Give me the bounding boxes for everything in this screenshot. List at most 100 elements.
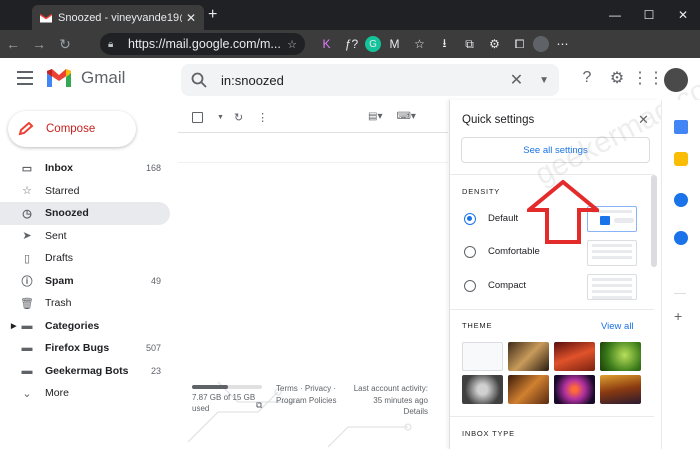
select-all-checkbox[interactable]	[192, 112, 203, 123]
extension-f-icon[interactable]: ƒ?	[340, 34, 363, 54]
browser-tab[interactable]: Snoozed - vineyvande19@gmail. ✕	[32, 5, 204, 30]
apps-grid-icon[interactable]: ⋮⋮	[632, 68, 664, 88]
clock-icon: ◷	[22, 207, 32, 220]
density-comfortable-radio[interactable]	[464, 246, 476, 258]
tasks-icon[interactable]	[674, 193, 688, 207]
theme-canyon[interactable]	[554, 342, 595, 371]
close-window-button[interactable]: ✕	[666, 8, 700, 22]
grammarly-icon[interactable]: G	[365, 36, 381, 52]
sidebar-item-sent[interactable]: ➤ Sent	[0, 225, 170, 248]
contacts-icon[interactable]	[674, 231, 688, 245]
density-default-label[interactable]: Default	[488, 213, 518, 224]
collections-icon[interactable]: ⧉	[458, 34, 481, 54]
tab-close-icon[interactable]: ✕	[186, 11, 196, 25]
annotation-arrow-icon	[527, 180, 599, 244]
calendar-icon[interactable]	[674, 120, 688, 134]
sidebar-item-label: Trash	[45, 297, 72, 310]
download-icon[interactable]: ⭳	[433, 34, 456, 54]
sidebar-nav: ▭ Inbox 168 ☆ Starred ◷ Snoozed ➤ Sent ▯…	[0, 157, 170, 405]
label-icon: ▬	[21, 342, 33, 355]
more-menu-icon[interactable]: ⋯	[551, 34, 574, 54]
sidebar-item-label: Firefox Bugs	[45, 342, 110, 355]
open-storage-icon[interactable]: ⧉	[256, 400, 262, 411]
divider	[450, 416, 654, 417]
footer-links[interactable]: Terms · Privacy · Program Policies	[276, 383, 348, 406]
gmail-header: Gmail ✕ ▼ ? ⚙ ⋮⋮	[0, 58, 700, 100]
theme-chess[interactable]	[508, 342, 549, 371]
sidebar-item-snoozed[interactable]: ◷ Snoozed	[0, 202, 170, 225]
search-input[interactable]	[221, 72, 510, 88]
details-link[interactable]: Details	[348, 406, 428, 418]
clear-search-icon[interactable]: ✕	[510, 70, 523, 90]
sidebar-item-more[interactable]: ⌄ More	[0, 382, 170, 405]
gmail-logo[interactable]: Gmail	[46, 68, 125, 88]
density-compact-label[interactable]: Compact	[488, 280, 526, 291]
density-comfortable-label[interactable]: Comfortable	[488, 246, 540, 257]
theme-lights[interactable]	[554, 375, 595, 404]
side-panel-rail: +	[661, 100, 700, 449]
input-tools-icon[interactable]: ⌨▾	[396, 111, 415, 122]
expand-arrow-icon[interactable]: ▶	[11, 322, 16, 330]
sidebar-item-categories[interactable]: ▶ ▬ Categories	[0, 315, 170, 338]
sidebar-item-firefox-bugs[interactable]: ▬ Firefox Bugs 507	[0, 337, 170, 360]
more-options-icon[interactable]: ⋮	[257, 111, 268, 124]
sidebar-item-geekermag-bots[interactable]: ▬ Geekermag Bots 23	[0, 360, 170, 383]
sidebar-item-count: 23	[150, 365, 161, 376]
gmail-favicon-icon	[39, 13, 53, 23]
split-pane-icon[interactable]: ▤▾	[368, 111, 382, 122]
search-bar[interactable]: ✕ ▼	[181, 64, 559, 96]
minimize-button[interactable]: —	[598, 8, 632, 22]
extensions-icon[interactable]: ⧠	[508, 34, 531, 54]
keep-icon[interactable]	[674, 152, 688, 166]
search-icon[interactable]	[191, 72, 207, 88]
window-controls: — ☐ ✕	[598, 0, 700, 30]
sidebar-item-drafts[interactable]: ▯ Drafts	[0, 247, 170, 270]
compose-button[interactable]: Compose	[8, 111, 136, 147]
main-menu-icon[interactable]	[17, 71, 33, 85]
address-bar[interactable]: 🔒︎ https://mail.google.com/m... ☆	[100, 33, 305, 55]
maximize-button[interactable]: ☐	[632, 8, 666, 22]
trash-icon: 🗑︎	[20, 297, 34, 310]
density-compact-radio[interactable]	[464, 280, 476, 292]
add-addon-icon[interactable]: +	[674, 308, 682, 324]
density-default-radio[interactable]	[464, 213, 476, 225]
attachment-chip	[614, 218, 634, 223]
sidebar-item-inbox[interactable]: ▭ Inbox 168	[0, 157, 170, 180]
sidebar-item-trash[interactable]: 🗑︎ Trash	[0, 292, 170, 315]
theme-leaf[interactable]	[600, 342, 641, 371]
extension-k-icon[interactable]: K	[315, 34, 338, 54]
sidebar-item-count: 507	[145, 343, 161, 354]
star-icon: ☆	[22, 185, 32, 198]
reload-icon[interactable]: ↻	[52, 36, 78, 53]
profile-icon[interactable]	[533, 36, 549, 52]
pencil-icon	[18, 121, 36, 136]
settings-extension-icon[interactable]: ⚙	[483, 34, 506, 54]
sidebar-item-starred[interactable]: ☆ Starred	[0, 180, 170, 203]
rail-divider	[674, 293, 686, 294]
theme-desert[interactable]	[600, 375, 641, 404]
favorites-icon[interactable]: ☆	[408, 34, 431, 54]
theme-default[interactable]	[462, 342, 503, 371]
settings-gear-icon[interactable]: ⚙	[602, 68, 632, 88]
view-all-themes-link[interactable]: View all	[601, 321, 634, 332]
theme-autumn[interactable]	[508, 375, 549, 404]
back-icon[interactable]: ←	[0, 36, 26, 52]
theme-bubbles[interactable]	[462, 375, 503, 404]
sidebar-item-label: More	[45, 387, 69, 400]
sidebar-item-spam[interactable]: ⓘ Spam 49	[0, 270, 170, 293]
forward-icon[interactable]: →	[26, 36, 52, 52]
url-text: https://mail.google.com/m...	[128, 37, 281, 51]
new-tab-button[interactable]: +	[208, 6, 217, 24]
support-icon[interactable]: ?	[572, 69, 602, 87]
refresh-icon[interactable]: ↻	[234, 111, 243, 124]
density-heading: DENSITY	[462, 187, 501, 196]
sidebar-item-label: Sent	[45, 229, 67, 242]
gmail-m-icon	[46, 68, 72, 88]
extension-m-icon[interactable]: M	[383, 34, 406, 54]
inbox-type-heading: INBOX TYPE	[462, 429, 515, 438]
bookmark-star-icon[interactable]: ☆	[287, 38, 297, 51]
search-options-icon[interactable]: ▼	[539, 75, 549, 86]
quick-settings-scrollbar[interactable]	[651, 175, 657, 267]
sidebar-item-label: Geekermag Bots	[45, 364, 129, 377]
select-dropdown-icon[interactable]: ▼	[217, 114, 224, 121]
